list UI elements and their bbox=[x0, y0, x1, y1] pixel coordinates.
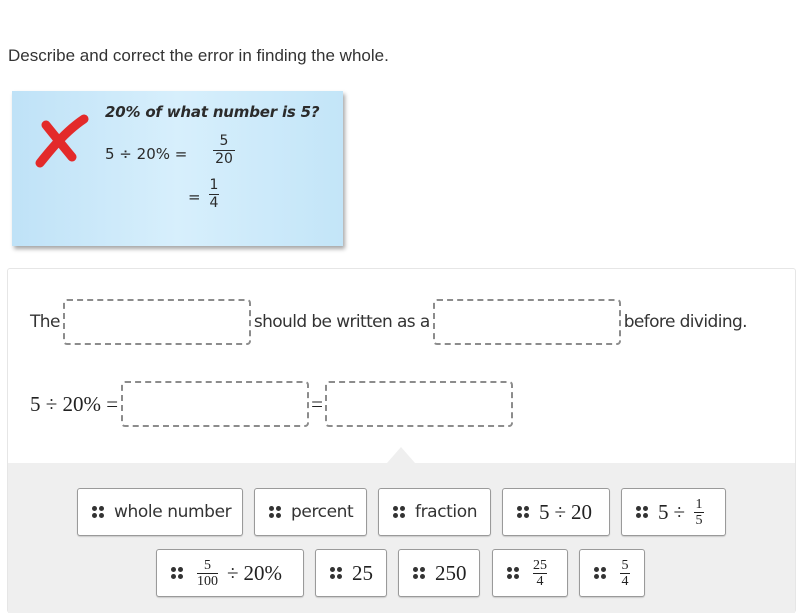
choice-label: 250 bbox=[435, 560, 467, 585]
choice-label: fraction bbox=[415, 502, 478, 522]
drag-handle-icon[interactable] bbox=[393, 506, 405, 518]
fill-in-sentence: The should be written as a before dividi… bbox=[30, 298, 748, 346]
example-line-1: 5 ÷ 20% = 5 20 bbox=[105, 133, 235, 167]
sentence-text-3: before dividing. bbox=[623, 312, 748, 332]
denominator: 4 bbox=[536, 573, 544, 589]
drag-handle-icon[interactable] bbox=[594, 567, 606, 579]
choice-tile-5-4[interactable]: 5 4 bbox=[579, 549, 645, 597]
denominator: 20 bbox=[215, 151, 233, 167]
divide-sign: ÷ bbox=[673, 499, 686, 524]
denominator: 5 bbox=[695, 512, 703, 528]
example-fraction-5-20: 5 20 bbox=[213, 133, 235, 168]
choice-math: 5 ÷ 20 bbox=[539, 500, 592, 525]
sentence-text-2: should be written as a bbox=[253, 312, 430, 332]
denominator: 4 bbox=[621, 573, 629, 589]
drag-handle-icon[interactable] bbox=[413, 567, 425, 579]
divide-sign: ÷ bbox=[227, 560, 239, 585]
equation-lhs: 5 ÷ 20% = bbox=[30, 391, 119, 416]
drag-handle-icon[interactable] bbox=[171, 567, 183, 579]
choice-tile-whole-number[interactable]: whole number bbox=[77, 488, 243, 536]
drag-handle-icon[interactable] bbox=[92, 506, 104, 518]
sentence-text-1: The bbox=[30, 312, 60, 332]
denominator: 4 bbox=[209, 195, 219, 211]
fraction: 5 100 bbox=[197, 558, 218, 589]
choice-tile-5-div-20[interactable]: 5 ÷ 20 bbox=[502, 488, 610, 536]
example-line-1-lhs: 5 ÷ 20% = bbox=[105, 145, 188, 163]
choice-tile-percent[interactable]: percent bbox=[254, 488, 367, 536]
sentence-drop-zone-2[interactable] bbox=[432, 299, 621, 345]
divide-sign: ÷ bbox=[554, 499, 567, 524]
choice-math: 5 ÷ 1 5 bbox=[658, 497, 708, 528]
choice-tile-25[interactable]: 25 bbox=[315, 549, 387, 597]
drag-handle-icon[interactable] bbox=[330, 567, 342, 579]
fill-in-equation: 5 ÷ 20% = = bbox=[30, 381, 516, 427]
choice-tile-fraction[interactable]: fraction bbox=[378, 488, 491, 536]
drag-handle-icon[interactable] bbox=[517, 506, 529, 518]
error-example-image: 20% of what number is 5? 5 ÷ 20% = 5 20 … bbox=[12, 91, 343, 246]
incorrect-x-icon bbox=[35, 114, 89, 168]
example-line-2-lhs: = bbox=[188, 188, 201, 206]
numerator: 1 bbox=[695, 496, 703, 512]
choice-tile-5-100-div-20pct[interactable]: 5 100 ÷ 20% bbox=[156, 549, 304, 597]
numerator: 1 bbox=[209, 177, 219, 193]
example-question: 20% of what number is 5? bbox=[105, 103, 320, 121]
drag-handle-icon[interactable] bbox=[507, 567, 519, 579]
choice-tile-5-div-1-5[interactable]: 5 ÷ 1 5 bbox=[621, 488, 726, 536]
equation-equals: = bbox=[311, 391, 323, 416]
operand: 5 bbox=[539, 499, 550, 524]
operand: 20 bbox=[571, 499, 593, 524]
choice-label: percent bbox=[291, 502, 354, 522]
sentence-drop-zone-1[interactable] bbox=[62, 299, 251, 345]
choice-label: 25 bbox=[352, 560, 373, 585]
choice-tile-25-4[interactable]: 25 4 bbox=[492, 549, 568, 597]
fraction: 5 4 bbox=[620, 558, 630, 589]
drag-handle-icon[interactable] bbox=[636, 506, 648, 518]
numerator: 5 bbox=[219, 133, 229, 149]
choice-math: 5 4 bbox=[616, 558, 634, 589]
fraction: 1 5 bbox=[694, 496, 705, 528]
question-prompt: Describe and correct the error in findin… bbox=[8, 46, 389, 65]
numerator: 5 bbox=[204, 557, 211, 573]
choice-math: 5 100 ÷ 20% bbox=[193, 558, 282, 589]
equation-drop-zone-1[interactable] bbox=[121, 381, 310, 427]
choice-label: whole number bbox=[114, 502, 232, 522]
drag-handle-icon[interactable] bbox=[269, 506, 281, 518]
example-fraction-1-4: 1 4 bbox=[209, 177, 219, 212]
denominator: 100 bbox=[197, 573, 218, 589]
operand: 20% bbox=[243, 560, 283, 585]
example-line-2: = 1 4 bbox=[188, 177, 219, 211]
tray-pointer bbox=[387, 447, 415, 463]
choice-math: 25 4 bbox=[529, 558, 551, 589]
equation-drop-zone-2[interactable] bbox=[324, 381, 513, 427]
choice-tile-250[interactable]: 250 bbox=[398, 549, 480, 597]
numerator: 5 bbox=[621, 557, 629, 573]
fraction: 25 4 bbox=[533, 558, 547, 589]
numerator: 25 bbox=[533, 557, 547, 573]
operand: 5 bbox=[658, 499, 669, 524]
